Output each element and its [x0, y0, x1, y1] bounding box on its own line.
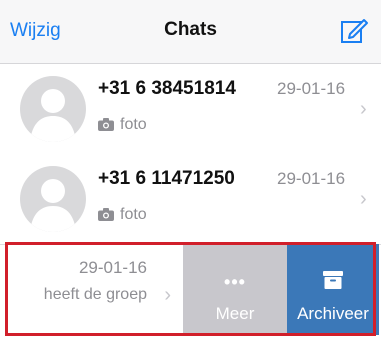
compose-icon[interactable]	[339, 16, 369, 46]
chevron-right-icon: ›	[360, 98, 367, 120]
swiped-chat-row[interactable]: 29-01-16 heeft de groep › ••• Meer Archi…	[7, 244, 379, 335]
avatar	[20, 76, 86, 142]
page-title: Chats	[164, 19, 217, 40]
person-placeholder-icon	[30, 89, 76, 142]
chat-row[interactable]: +31 6 11471250 29-01-16 › foto	[0, 154, 381, 245]
more-dots-icon: •••	[224, 272, 246, 292]
camera-icon	[98, 118, 114, 132]
chat-preview: foto	[98, 116, 147, 134]
chevron-right-icon: ›	[360, 188, 367, 210]
avatar	[20, 166, 86, 232]
swiped-chat-content[interactable]: 29-01-16 heeft de groep ›	[7, 244, 183, 335]
more-button[interactable]: ••• Meer	[183, 244, 287, 335]
more-button-label: Meer	[215, 304, 255, 323]
chat-date: 29-01-16	[277, 169, 346, 188]
chat-row[interactable]: +31 6 38451814 29-01-16 › foto	[0, 64, 381, 155]
chat-name: +31 6 38451814	[98, 78, 236, 99]
archive-button[interactable]: Archiveer	[287, 244, 379, 335]
chat-preview-text: foto	[120, 116, 147, 133]
chat-name: +31 6 11471250	[98, 168, 235, 189]
navigation-bar: Wijzig Chats	[0, 0, 381, 64]
chat-preview-text: heeft de groep	[43, 286, 147, 303]
chevron-right-icon: ›	[164, 284, 171, 306]
camera-icon	[98, 208, 114, 222]
chat-preview: foto	[98, 206, 147, 224]
chat-preview-text: foto	[120, 206, 147, 223]
chat-date: 29-01-16	[78, 258, 147, 277]
chat-date: 29-01-16	[277, 79, 346, 98]
person-placeholder-icon	[30, 179, 76, 232]
archive-button-label: Archiveer	[297, 304, 369, 323]
archive-box-icon	[323, 271, 343, 289]
